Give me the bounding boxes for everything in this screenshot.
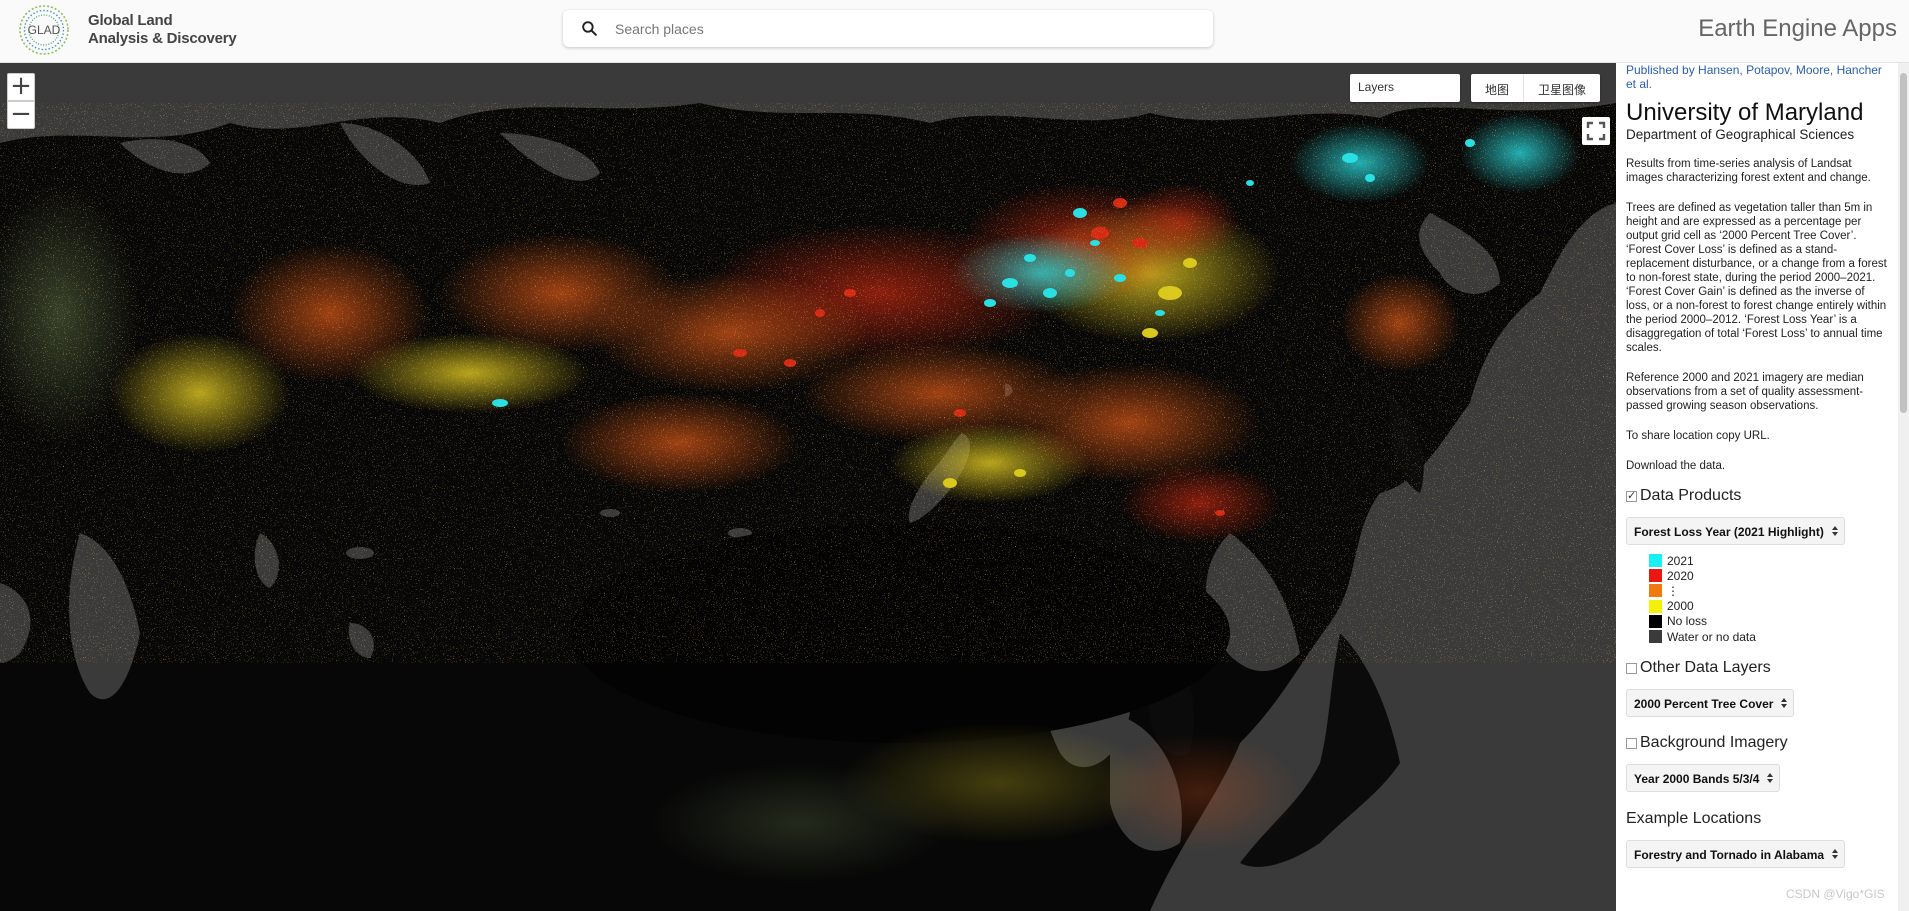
brand-name: Global Land Analysis & Discovery <box>88 12 237 48</box>
data-products-select[interactable]: Forest Loss Year (2021 Highlight) <box>1626 517 1845 545</box>
legend-label: 2021 <box>1667 553 1694 568</box>
fullscreen-button[interactable] <box>1582 117 1610 145</box>
map-type-satellite-button[interactable]: 卫星图像 <box>1523 74 1600 102</box>
background-imagery-section: Background Imagery <box>1626 734 1891 752</box>
legend-swatch <box>1649 584 1662 598</box>
brand-line-2: Analysis & Discovery <box>88 30 237 47</box>
info-sidebar: Published by Hansen, Potapov, Moore, Han… <box>1616 63 1909 911</box>
data-products-checkbox[interactable]: ✓ <box>1626 490 1637 502</box>
legend-swatch <box>1649 614 1662 628</box>
example-locations-label: Example Locations <box>1626 810 1762 828</box>
data-products-label: Data Products <box>1640 487 1742 504</box>
example-locations-select[interactable]: Forestry and Tornado in Alabama <box>1626 840 1846 869</box>
other-layers-select[interactable]: 2000 Percent Tree Cover <box>1626 689 1795 718</box>
sidebar-scrollbar[interactable] <box>1898 63 1909 911</box>
map-canvas[interactable]: + − Layers 地图 卫星图像 <box>0 63 1616 911</box>
header: GLAD Global Land Analysis & Discovery Ea… <box>0 0 1909 63</box>
legend-item: 2020 <box>1649 568 1891 583</box>
other-layers-section: Other Data Layers <box>1626 659 1891 677</box>
other-layers-label: Other Data Layers <box>1640 659 1771 677</box>
legend-swatch <box>1649 569 1662 583</box>
brand-line-1: Global Land <box>88 12 173 29</box>
org-title: University of Maryland <box>1626 99 1864 126</box>
published-by-link[interactable]: Published by Hansen, Potapov, Moore, Han… <box>1626 63 1891 91</box>
other-layers-checkbox[interactable] <box>1626 662 1637 674</box>
scrollbar-thumb[interactable] <box>1900 73 1907 413</box>
legend-label: Water or no data <box>1667 629 1756 644</box>
example-locations-section: Example Locations <box>1626 810 1891 828</box>
background-imagery-checkbox[interactable] <box>1626 737 1637 749</box>
app-title[interactable]: Earth Engine Apps <box>1698 15 1897 43</box>
background-imagery-select[interactable]: Year 2000 Bands 5/3/4 <box>1626 764 1781 793</box>
description-paragraph: Results from time-series analysis of Lan… <box>1626 158 1871 184</box>
search-input[interactable] <box>615 16 1195 41</box>
legend-label: ⋮ <box>1667 583 1679 598</box>
layers-dropdown[interactable]: Layers <box>1350 74 1460 102</box>
legend-label: 2000 <box>1667 599 1694 614</box>
svg-text:GLAD: GLAD <box>28 23 61 37</box>
legend-item: Water or no data <box>1649 629 1891 644</box>
zoom-in-button[interactable]: + <box>7 73 35 101</box>
definitions-paragraph: Trees are defined as vegetation taller t… <box>1626 202 1887 354</box>
legend-label: No loss <box>1667 614 1708 629</box>
forest-loss-map[interactable] <box>0 63 1616 911</box>
reference-paragraph: Reference 2000 and 2021 imagery are medi… <box>1626 372 1864 412</box>
watermark: CSDN @Vigo*GIS <box>1786 887 1885 901</box>
glad-logo[interactable]: GLAD <box>13 4 75 56</box>
fullscreen-icon <box>1586 121 1606 141</box>
legend-item: 2021 <box>1649 553 1891 568</box>
legend-swatch <box>1649 554 1662 568</box>
legend-swatch <box>1649 630 1662 644</box>
legend-item: ⋮ <box>1649 583 1891 598</box>
share-paragraph: To share location copy URL. <box>1626 430 1770 442</box>
data-products-section: ✓ Data Products <box>1626 487 1891 505</box>
map-type-map-button[interactable]: 地图 <box>1471 74 1523 102</box>
legend-label: 2020 <box>1667 568 1694 583</box>
map-type-control: 地图 卫星图像 <box>1471 74 1601 102</box>
search-box <box>563 10 1213 47</box>
download-link[interactable]: Download the data. <box>1626 459 1891 473</box>
department: Department of Geographical Sciences <box>1626 127 1855 142</box>
background-imagery-label: Background Imagery <box>1640 734 1788 752</box>
search-icon[interactable] <box>580 19 599 38</box>
legend-item: 2000 <box>1649 599 1891 614</box>
legend-item: No loss <box>1649 614 1891 629</box>
legend: 2021 2020 ⋮ 2000 No loss Water or no dat… <box>1649 553 1891 644</box>
legend-swatch <box>1649 599 1662 613</box>
zoom-out-button[interactable]: − <box>7 101 35 129</box>
